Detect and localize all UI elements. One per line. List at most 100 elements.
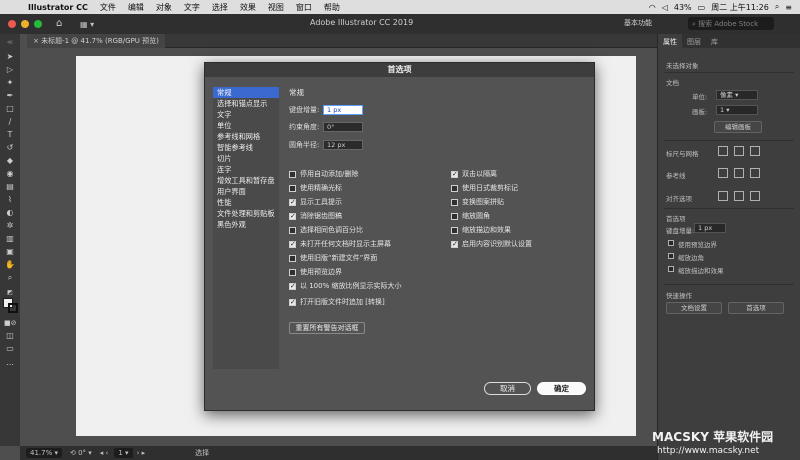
- option-actual-size-100[interactable]: 以 100% 缩放比例显示实际大小: [289, 281, 401, 291]
- scale-strokes-checkbox[interactable]: [668, 266, 674, 272]
- option-scale-strokes-effects[interactable]: 缩放描边和效果: [451, 225, 511, 235]
- pixel-grid-icon[interactable]: [750, 146, 760, 156]
- tab-properties[interactable]: 属性: [658, 34, 682, 48]
- nav-item-general[interactable]: 常规: [213, 87, 279, 98]
- zoom-tool-icon[interactable]: ⌕: [4, 273, 16, 283]
- blend-tool-icon[interactable]: ◐: [4, 208, 16, 218]
- artboard-nav-next[interactable]: › ▸: [137, 449, 146, 457]
- option-scale-corners[interactable]: 缩放圆角: [451, 211, 490, 221]
- menu-window[interactable]: 窗口: [290, 2, 318, 13]
- option-transform-pattern-tiles[interactable]: 变换图案拼贴: [451, 197, 504, 207]
- nav-item-selection-anchor[interactable]: 选择和锚点显示: [213, 98, 279, 109]
- drawing-modes-icon[interactable]: ◫: [4, 331, 16, 341]
- cancel-button[interactable]: 取消: [484, 382, 531, 395]
- eraser-tool-icon[interactable]: ◆: [4, 156, 16, 166]
- checkbox[interactable]: [289, 226, 296, 234]
- nav-item-performance[interactable]: 性能: [213, 197, 279, 208]
- close-tab-icon[interactable]: ×: [33, 37, 41, 45]
- tab-libraries[interactable]: 库: [706, 34, 723, 48]
- checkbox-checked[interactable]: [289, 212, 296, 220]
- document-tab[interactable]: × 未标题-1 @ 41.7% (RGB/GPU 预览): [27, 34, 165, 48]
- workspace-switcher[interactable]: 基本功能: [624, 18, 652, 28]
- checkbox[interactable]: [289, 184, 296, 192]
- checkbox-checked[interactable]: [289, 240, 296, 248]
- show-guides-icon[interactable]: [718, 168, 728, 178]
- nav-item-user-interface[interactable]: 用户界面: [213, 186, 279, 197]
- option-show-home-screen[interactable]: 未打开任何文档时显示主屏幕: [289, 239, 391, 249]
- ok-button[interactable]: 确定: [537, 382, 586, 395]
- artboard-nav[interactable]: ◂ ‹: [100, 449, 109, 457]
- menu-help[interactable]: 帮助: [318, 2, 346, 13]
- close-window-button[interactable]: [8, 20, 16, 28]
- graph-tool-icon[interactable]: ▥: [4, 234, 16, 244]
- checkbox-checked[interactable]: [451, 170, 458, 178]
- constrain-angle-input[interactable]: 0°: [323, 122, 363, 132]
- nav-item-file-clipboard[interactable]: 文件处理和剪贴板: [213, 208, 279, 219]
- option-use-preview-bounds[interactable]: 使用预览边界: [289, 267, 342, 277]
- symbol-sprayer-tool-icon[interactable]: ✲: [4, 221, 16, 231]
- rotate-view-icon[interactable]: ⟲ 0° ▾: [70, 449, 92, 457]
- lock-guides-icon[interactable]: [734, 168, 744, 178]
- zoom-window-button[interactable]: [34, 20, 42, 28]
- default-colors-icon[interactable]: ◩: [4, 288, 16, 298]
- battery-icon[interactable]: ▭: [698, 3, 706, 12]
- checkbox-checked[interactable]: [289, 198, 296, 206]
- nav-item-hyphenation[interactable]: 连字: [213, 164, 279, 175]
- direct-selection-tool-icon[interactable]: ▷: [4, 65, 16, 75]
- checkbox[interactable]: [289, 268, 296, 276]
- checkbox[interactable]: [451, 212, 458, 220]
- option-show-tooltips[interactable]: 显示工具提示: [289, 197, 342, 207]
- type-tool-icon[interactable]: T: [4, 130, 16, 140]
- paintbrush-tool-icon[interactable]: ∕: [4, 117, 16, 127]
- menu-app-name[interactable]: Illustrator CC: [22, 3, 94, 12]
- wifi-icon[interactable]: ◠: [649, 3, 656, 12]
- arrange-documents-icon[interactable]: ▦ ▾: [80, 20, 94, 29]
- document-setup-button[interactable]: 文档设置: [666, 302, 722, 314]
- home-icon[interactable]: ⌂: [56, 18, 70, 30]
- hand-tool-icon[interactable]: ✋: [4, 260, 16, 270]
- menu-object[interactable]: 对象: [150, 2, 178, 13]
- grid-icon[interactable]: [734, 146, 744, 156]
- notification-center-icon[interactable]: ≡: [785, 3, 792, 12]
- edit-artboards-button[interactable]: 编辑画板: [714, 121, 762, 133]
- checkbox[interactable]: [451, 184, 458, 192]
- option-append-converted[interactable]: 打开旧版文件时追加 [转换]: [289, 297, 385, 307]
- selection-tool-icon[interactable]: ➤: [4, 52, 16, 62]
- zoom-level-field[interactable]: 41.7% ▾: [26, 448, 62, 458]
- option-antialiased-artwork[interactable]: 消除锯齿图稿: [289, 211, 342, 221]
- rotate-tool-icon[interactable]: ↺: [4, 143, 16, 153]
- magic-wand-tool-icon[interactable]: ✦: [4, 78, 16, 88]
- kbd-increment-field[interactable]: 1 px: [694, 223, 726, 233]
- volume-icon[interactable]: ◁: [662, 3, 668, 12]
- menu-select[interactable]: 选择: [206, 2, 234, 13]
- checkbox[interactable]: [451, 226, 458, 234]
- pen-tool-icon[interactable]: ✒: [4, 91, 16, 101]
- shape-builder-tool-icon[interactable]: ◉: [4, 169, 16, 179]
- units-select[interactable]: 像素 ▾: [716, 90, 758, 100]
- menu-file[interactable]: 文件: [94, 2, 122, 13]
- spotlight-icon[interactable]: ⌕: [775, 2, 779, 12]
- edit-toolbar-icon[interactable]: ⋯: [4, 360, 16, 370]
- option-select-same-tint[interactable]: 选择相同色调百分比: [289, 225, 363, 235]
- nav-item-slices[interactable]: 切片: [213, 153, 279, 164]
- checkbox-checked[interactable]: [289, 298, 296, 306]
- preview-bounds-checkbox[interactable]: [668, 240, 674, 246]
- checkbox[interactable]: [451, 198, 458, 206]
- nav-item-black-appearance[interactable]: 黑色外观: [213, 219, 279, 230]
- option-content-aware-defaults[interactable]: 启用内容识别默认设置: [451, 239, 532, 249]
- keyboard-increment-input[interactable]: 1 px: [323, 105, 363, 115]
- menu-view[interactable]: 视图: [262, 2, 290, 13]
- stroke-swatch[interactable]: [8, 303, 18, 313]
- option-double-click-isolate[interactable]: 双击以隔离: [451, 169, 497, 179]
- menu-effect[interactable]: 效果: [234, 2, 262, 13]
- checkbox-checked[interactable]: [451, 240, 458, 248]
- color-mode-icons[interactable]: ■⊘: [4, 318, 16, 328]
- nav-item-smart-guides[interactable]: 智能参考线: [213, 142, 279, 153]
- menu-edit[interactable]: 编辑: [122, 2, 150, 13]
- smart-guides-icon[interactable]: [750, 168, 760, 178]
- preferences-panel-button[interactable]: 首选项: [728, 302, 784, 314]
- checkbox[interactable]: [289, 170, 296, 178]
- clock[interactable]: 周二 上午11:26: [711, 2, 769, 13]
- tab-layers[interactable]: 图层: [682, 34, 706, 48]
- rectangle-tool-icon[interactable]: □: [4, 104, 16, 114]
